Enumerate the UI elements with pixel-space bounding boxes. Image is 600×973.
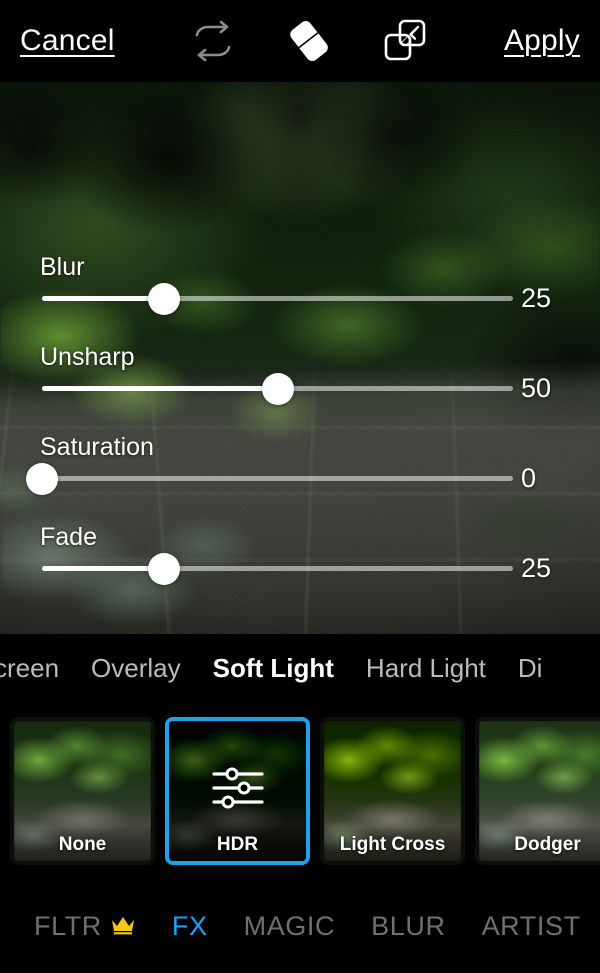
filter-label: Light Cross <box>324 829 461 861</box>
slider-label: Blur <box>40 253 85 281</box>
blend-mode-overlay[interactable]: Overlay <box>75 653 197 684</box>
tab-fltr[interactable]: FLTR <box>16 911 154 942</box>
slider-label: Saturation <box>40 433 154 461</box>
apply-button[interactable]: Apply <box>498 20 586 62</box>
filter-thumbnail-light-cross[interactable]: Light Cross <box>320 717 465 865</box>
slider-saturation[interactable]: Saturation 0 <box>0 433 600 523</box>
slider-track[interactable] <box>26 462 513 495</box>
filter-label: Dodger <box>479 829 600 861</box>
filter-thumbnail-strip[interactable]: None HDR Light Cross Dodger <box>0 702 600 880</box>
blend-mode-soft-light[interactable]: Soft Light <box>197 653 350 684</box>
tab-label: BLUR <box>371 911 446 941</box>
slider-fade[interactable]: Fade 25 <box>0 523 600 613</box>
cancel-button[interactable]: Cancel <box>14 20 121 62</box>
slider-blur[interactable]: Blur 25 <box>0 253 600 343</box>
blend-layers-icon[interactable] <box>357 11 453 71</box>
slider-track-background <box>42 476 513 481</box>
tab-label: FLTR <box>34 911 102 941</box>
slider-unsharp[interactable]: Unsharp 50 <box>0 343 600 433</box>
slider-knob[interactable] <box>148 282 181 315</box>
photo-editor-screen: Cancel Apply Blur 25 Unsharp 50 Saturati… <box>0 0 600 973</box>
blend-mode-hard-light[interactable]: Hard Light <box>350 653 502 684</box>
repeat-icon[interactable] <box>165 11 261 71</box>
slider-knob[interactable] <box>261 372 294 405</box>
slider-knob[interactable] <box>148 552 181 585</box>
blend-mode-carousel[interactable]: creen Overlay Soft Light Hard Light Di <box>0 634 600 702</box>
slider-label: Fade <box>40 523 97 551</box>
slider-value: 0 <box>521 463 537 493</box>
filter-label: HDR <box>169 829 306 861</box>
slider-value: 50 <box>521 373 552 403</box>
sliders-icon <box>202 762 274 814</box>
tab-magic[interactable]: MAGIC <box>226 911 354 942</box>
filter-thumbnail-hdr[interactable]: HDR <box>165 717 310 865</box>
tab-artist[interactable]: ARTIST <box>464 911 599 942</box>
slider-track-fill <box>42 386 278 391</box>
slider-track[interactable] <box>42 282 513 315</box>
tab-label: FX <box>171 911 208 941</box>
tab-fx[interactable]: FX <box>154 911 226 942</box>
slider-knob[interactable] <box>26 462 58 495</box>
slider-track-fill <box>42 566 165 571</box>
filter-thumbnail-none[interactable]: None <box>10 717 155 865</box>
slider-label: Unsharp <box>40 343 135 371</box>
eraser-icon[interactable] <box>261 11 357 71</box>
filter-thumbnail-dodger[interactable]: Dodger <box>475 717 600 865</box>
crown-icon <box>110 911 136 942</box>
slider-track[interactable] <box>42 372 513 405</box>
tab-label: ARTIST <box>481 911 581 941</box>
tab-label: MAGIC <box>243 911 336 941</box>
blend-mode-di[interactable]: Di <box>502 653 559 684</box>
tab-blur[interactable]: BLUR <box>353 911 463 942</box>
top-toolbar-icons <box>121 11 498 71</box>
bottom-tab-bar[interactable]: FLTR FX MAGIC BLUR ARTIST <box>0 880 600 973</box>
slider-track-fill <box>42 296 165 301</box>
slider-value: 25 <box>521 553 552 583</box>
filter-label: None <box>14 829 151 861</box>
slider-track[interactable] <box>42 552 513 585</box>
slider-value: 25 <box>521 283 552 313</box>
top-toolbar: Cancel Apply <box>0 0 600 82</box>
adjustment-sliders: Blur 25 Unsharp 50 Saturation 0 Fade 25 <box>0 82 600 634</box>
blend-mode-creen[interactable]: creen <box>0 653 75 684</box>
